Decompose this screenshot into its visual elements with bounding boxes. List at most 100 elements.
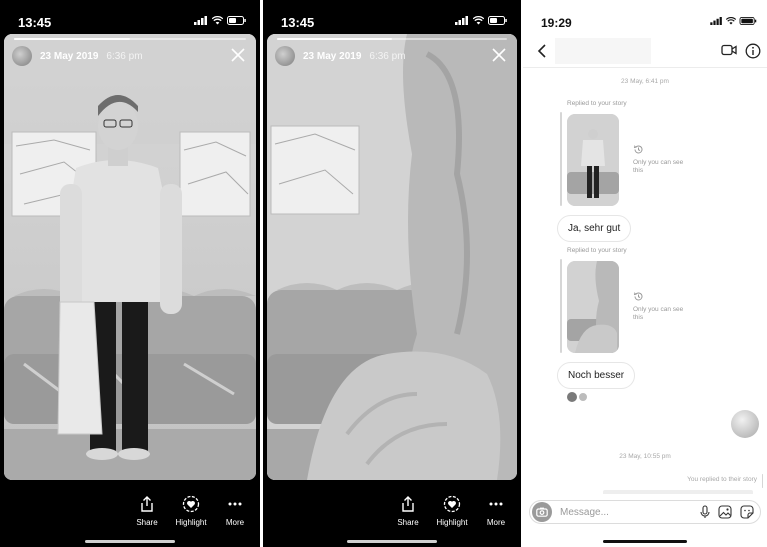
story-reply-thumbnail[interactable]	[567, 114, 619, 206]
close-icon[interactable]	[491, 47, 507, 63]
camera-icon	[536, 507, 548, 517]
story-header: 23 May 2019 6:36 pm	[275, 46, 509, 66]
message-text: Ja, sehr gut	[568, 223, 621, 234]
share-label: Share	[397, 518, 419, 527]
status-indicators	[455, 16, 507, 25]
more-label: More	[225, 518, 245, 527]
story-actions: Share Highlight More	[393, 495, 511, 527]
only-you-text: Only you can see this	[633, 159, 684, 174]
signal-icon	[194, 16, 207, 25]
status-bar: 13:45	[263, 0, 521, 34]
status-time: 13:45	[18, 15, 52, 30]
more-icon	[489, 502, 503, 506]
home-indicator[interactable]	[347, 540, 437, 543]
story-header: 23 May 2019 6:36 pm	[12, 46, 248, 66]
message-text: Noch besser	[568, 370, 625, 381]
share-button[interactable]: Share	[132, 495, 162, 527]
more-icon	[228, 502, 242, 506]
story-photo[interactable]: 23 May 2019 6:36 pm	[267, 34, 517, 480]
story-progress-fill	[277, 38, 392, 40]
status-time: 13:45	[281, 15, 315, 30]
gallery-icon[interactable]	[718, 505, 732, 519]
thread-header	[523, 36, 767, 68]
story-date: 23 May 2019	[40, 50, 99, 62]
avatar[interactable]	[12, 46, 32, 66]
wifi-icon	[212, 16, 223, 25]
composer-tools	[700, 505, 754, 519]
heart-reaction-icon	[567, 392, 577, 402]
timestamp: 23 May, 6:41 pm	[621, 78, 669, 85]
status-indicators	[710, 17, 757, 25]
microphone-icon[interactable]	[700, 505, 710, 519]
status-bar: 13:45	[0, 0, 260, 34]
story-progress-bar	[277, 38, 507, 40]
middle-story-panel: 13:45 23 May 2019 6:36 pm Share Highligh…	[263, 0, 521, 547]
share-icon	[141, 496, 153, 512]
close-icon[interactable]	[230, 47, 246, 63]
reply-quote-line	[560, 112, 562, 206]
battery-icon	[227, 16, 246, 25]
reactor-avatar	[578, 392, 588, 402]
replied-to-story-label: Replied to your story	[567, 247, 627, 254]
message-composer: Message...	[529, 500, 761, 524]
signal-icon	[710, 17, 722, 25]
reply-quote-line	[560, 259, 562, 353]
signal-icon	[455, 16, 468, 25]
highlight-label: Highlight	[175, 518, 207, 527]
sticker-icon[interactable]	[740, 505, 754, 519]
highlight-icon	[443, 495, 461, 513]
more-button[interactable]: More	[481, 495, 511, 527]
story-time: 6:36 pm	[106, 50, 143, 62]
video-call-icon[interactable]	[721, 44, 737, 56]
message-reactions[interactable]	[567, 392, 588, 402]
more-button[interactable]: More	[220, 495, 250, 527]
highlight-button[interactable]: Highlight	[436, 495, 468, 527]
wifi-icon	[726, 17, 736, 25]
share-icon	[402, 496, 414, 512]
disappearing-clock-icon	[633, 292, 643, 301]
battery-icon	[488, 16, 507, 25]
status-bar: 19:29	[523, 0, 767, 34]
share-label: Share	[136, 518, 158, 527]
wifi-icon	[473, 16, 484, 25]
thread-username-area[interactable]	[555, 38, 651, 64]
more-label: More	[486, 518, 506, 527]
story-progress-bar	[14, 38, 246, 40]
only-you-text: Only you can see this	[633, 306, 684, 321]
story-thumbnail-image	[567, 114, 619, 206]
status-indicators	[194, 16, 246, 25]
battery-icon	[739, 17, 757, 25]
kiss-emoji-icon	[731, 410, 759, 438]
highlight-icon	[182, 495, 200, 513]
reply-thumbnail-peek[interactable]	[603, 490, 753, 494]
home-indicator[interactable]	[85, 540, 175, 543]
reply-quote-line	[761, 474, 763, 488]
story-reply-thumbnail[interactable]	[567, 261, 619, 353]
story-progress-fill	[14, 38, 130, 40]
info-icon[interactable]	[745, 43, 761, 59]
replied-to-story-label: Replied to your story	[567, 100, 627, 107]
story-actions: Share Highlight More	[132, 495, 250, 527]
avatar[interactable]	[275, 46, 295, 66]
status-time: 19:29	[541, 16, 572, 30]
story-time: 6:36 pm	[369, 50, 406, 62]
message-bubble[interactable]: Ja, sehr gut	[557, 215, 632, 242]
story-image	[4, 34, 256, 480]
timestamp: 23 May, 10:55 pm	[619, 453, 671, 460]
camera-button[interactable]	[532, 502, 552, 522]
story-image	[267, 34, 517, 480]
story-photo[interactable]: 23 May 2019 6:36 pm	[4, 34, 256, 480]
disappearing-clock-icon	[633, 145, 643, 154]
you-replied-label: You replied to their story	[687, 476, 757, 483]
highlight-button[interactable]: Highlight	[175, 495, 207, 527]
message-input[interactable]: Message...	[560, 507, 700, 518]
left-story-panel: 13:45 23 May 2019 6:36 pm Share Highligh…	[0, 0, 260, 547]
share-button[interactable]: Share	[393, 495, 423, 527]
home-indicator[interactable]	[603, 540, 687, 543]
only-you-note: Only you can see this	[633, 144, 693, 175]
back-chevron-icon[interactable]	[535, 43, 549, 59]
only-you-note: Only you can see this	[633, 291, 693, 322]
story-date: 23 May 2019	[303, 50, 362, 62]
message-bubble[interactable]: Noch besser	[557, 362, 636, 389]
highlight-label: Highlight	[436, 518, 468, 527]
